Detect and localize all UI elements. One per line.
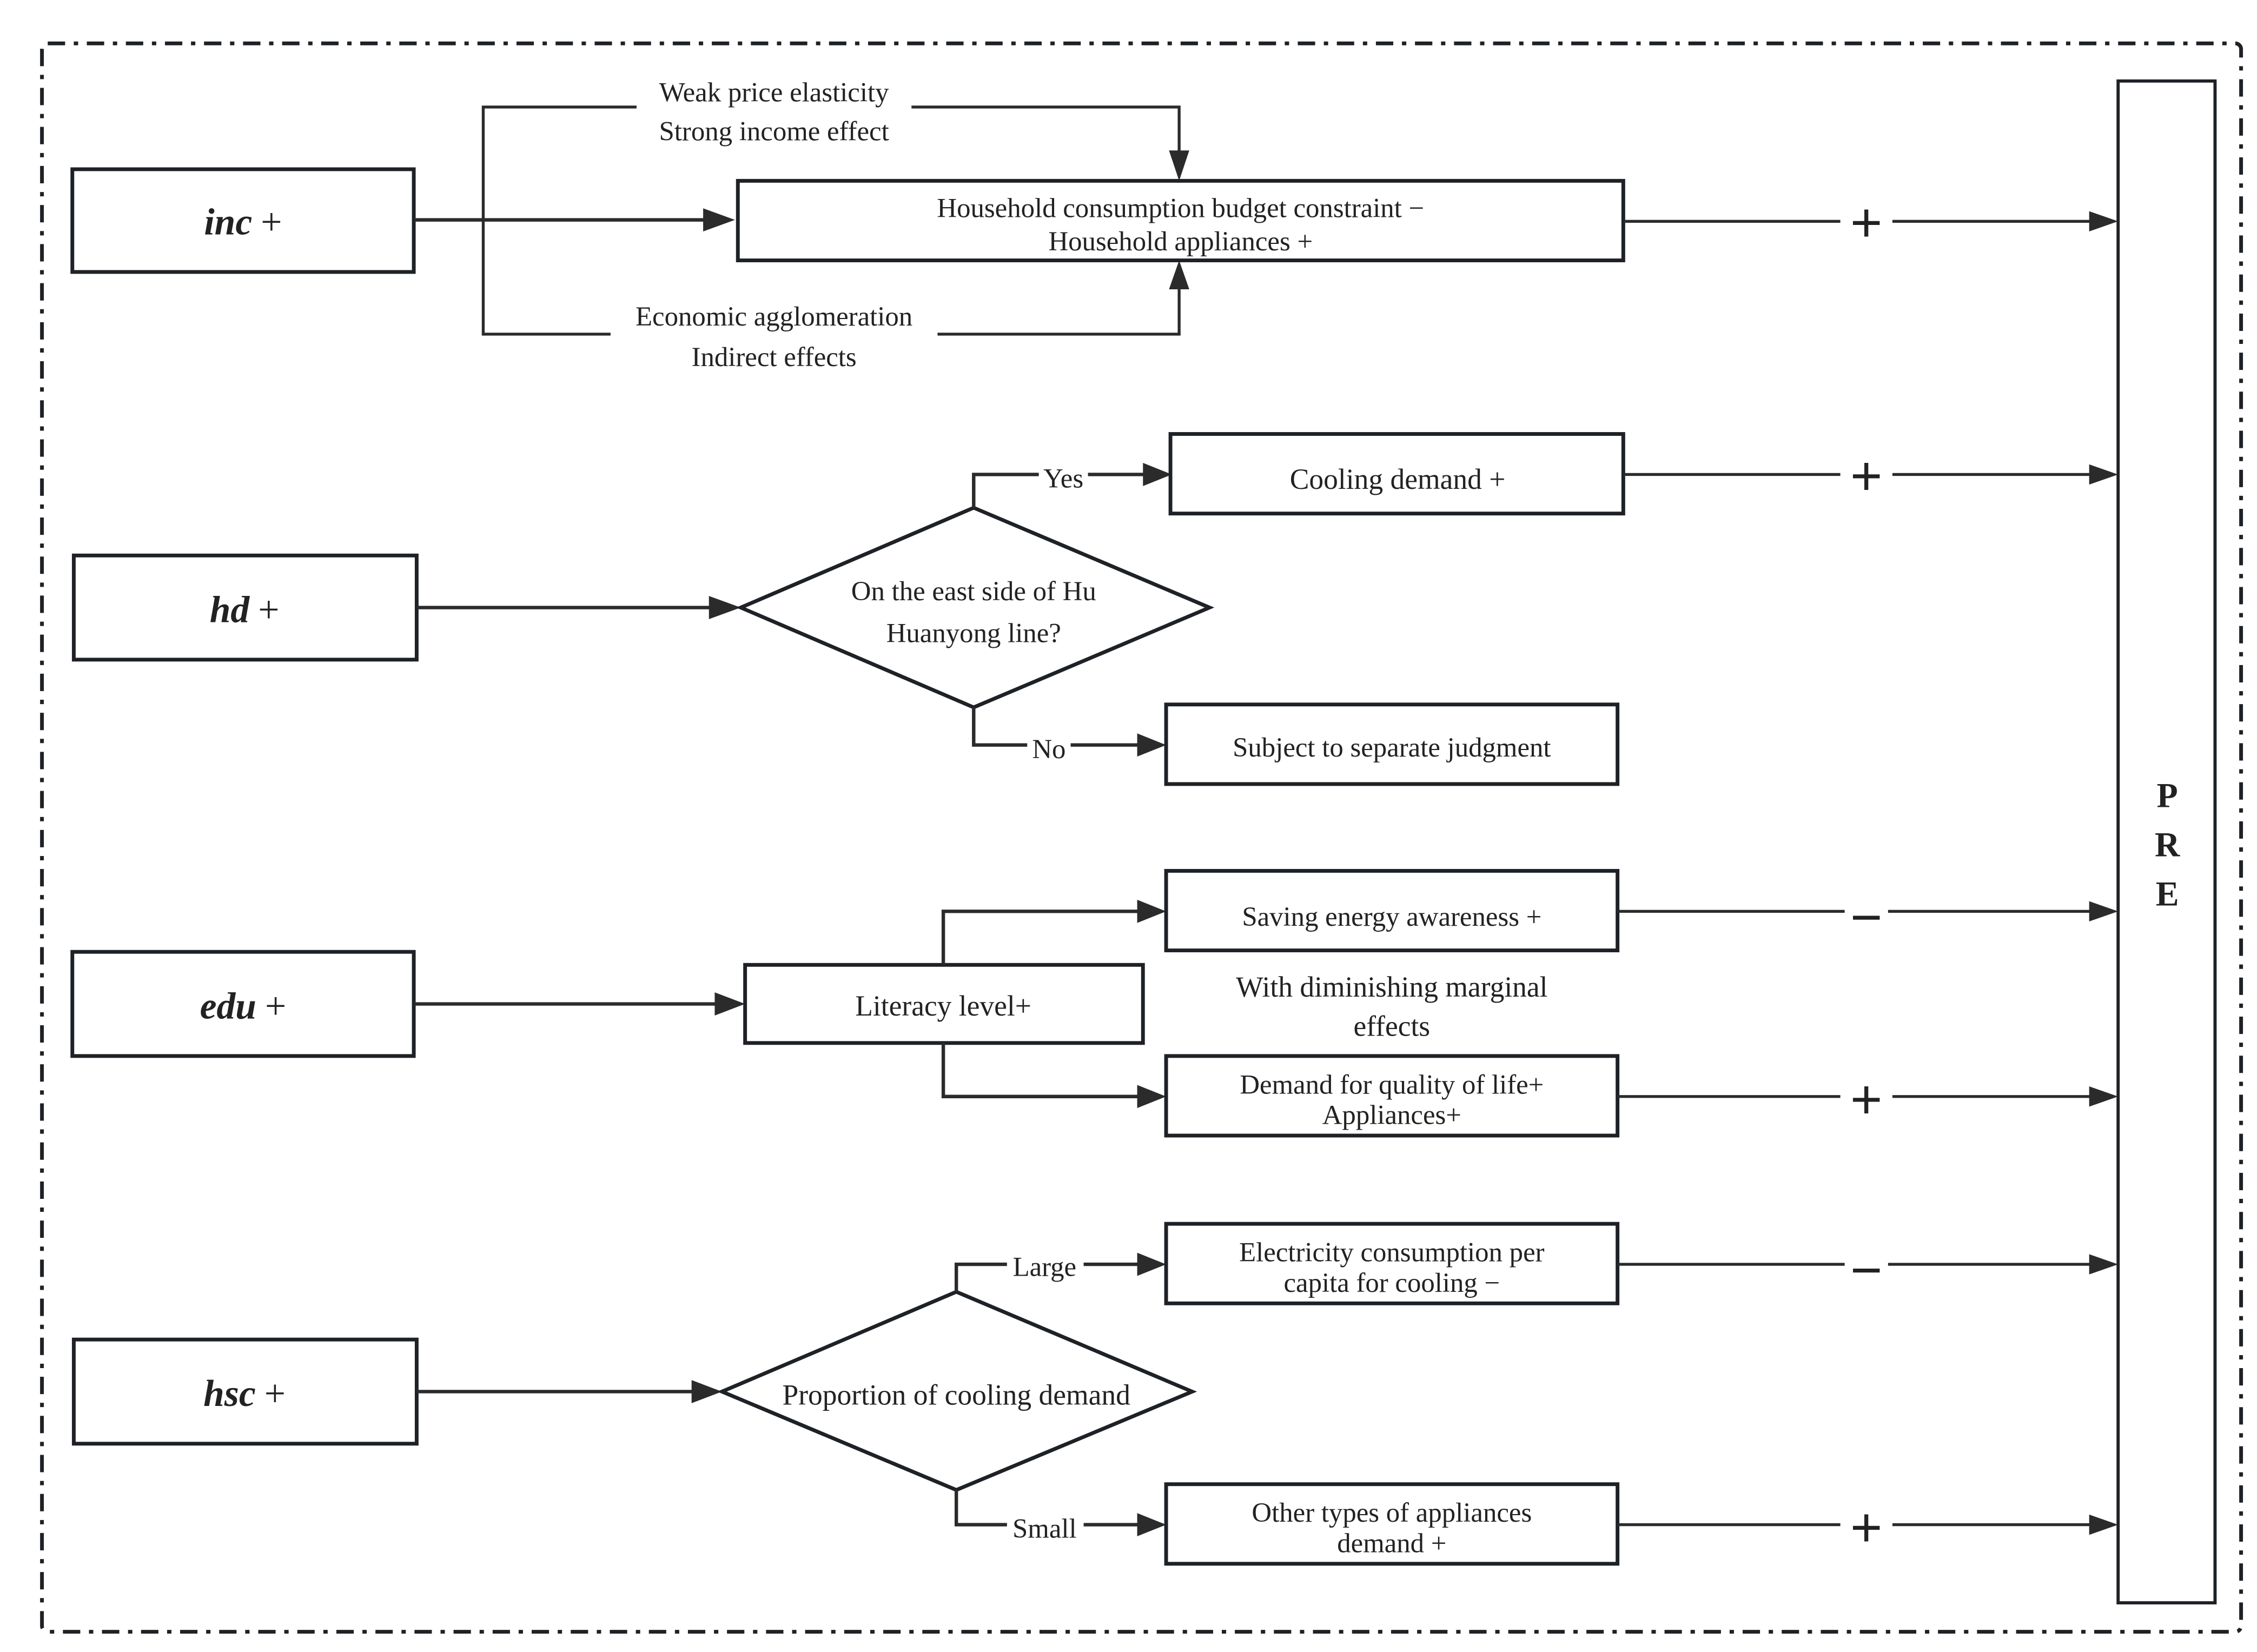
edu-row: edu + Literacy level+ Saving energy aware… (70, 868, 2119, 1138)
cooling-demand-box: Cooling demand + (1168, 432, 1625, 516)
driver-box-edu: edu + (70, 950, 416, 1058)
quality-of-life-line2: Appliances+ (1322, 1100, 1461, 1130)
driver-name-inc: inc (204, 201, 252, 243)
inc-effect-sign: + (1850, 192, 1882, 254)
hd-row: hd + On the east side of Hu Huanyong line… (71, 432, 2119, 786)
arrow-head-icon (2089, 464, 2119, 485)
hd-no-label: No (1032, 734, 1065, 764)
driver-name-edu: edu (200, 985, 256, 1027)
energy-awareness-label: Saving energy awareness + (1242, 901, 1541, 932)
arrow-head-icon (703, 208, 735, 232)
mechanism-diagram: P R E inc + Weak price elasticity Strong … (40, 41, 2243, 1634)
edu-upper-connector (941, 910, 1143, 965)
edu-lower-effect-sign: + (1850, 1069, 1882, 1130)
energy-awareness-box: Saving energy awareness + (1164, 868, 1620, 953)
arrow-head-icon (1137, 1513, 1167, 1536)
arrow-head-icon (1137, 1252, 1167, 1276)
quality-of-life-box: Demand for quality of life+ Appliances+ (1164, 1054, 1620, 1138)
inc-row: inc + Weak price elasticity Strong income… (70, 77, 2119, 372)
literacy-level-label: Literacy level+ (855, 990, 1031, 1022)
diminishing-effects-note-line2: effects (1354, 1010, 1431, 1042)
arrow-head-icon (1169, 260, 1189, 290)
hd-yes-label: Yes (1043, 463, 1083, 494)
hd-yes-connector (972, 473, 1039, 508)
inc-upper-label-line1: Weak price elasticity (659, 77, 889, 107)
arrow-head-icon (2089, 1514, 2119, 1535)
inc-lower-label-line2: Indirect effects (692, 342, 857, 372)
driver-label-hd: hd + (210, 589, 280, 631)
other-appliances-line1: Other types of appliances (1252, 1497, 1532, 1528)
hd-decision-line1: On the east side of Hu (851, 576, 1096, 606)
driver-sign-hd: + (258, 589, 279, 631)
diminishing-effects-note-line1: With diminishing marginal (1236, 971, 1547, 1003)
cooling-electricity-box: Electricity consumption per capita for c… (1164, 1222, 1620, 1305)
pre-letter-r: R (2155, 826, 2180, 864)
driver-name-hd: hd (210, 589, 250, 631)
budget-constraint-box: Household consumption budget constraint … (736, 178, 1625, 263)
cooling-electricity-line1: Electricity consumption per (1239, 1237, 1544, 1268)
hd-decision-diamond-border (736, 506, 1215, 709)
other-appliances-box: Other types of appliances demand + (1164, 1482, 1620, 1566)
literacy-level-box: Literacy level+ (743, 963, 1145, 1045)
driver-label-edu: edu + (200, 985, 287, 1027)
other-appliances-line2: demand + (1337, 1528, 1446, 1558)
hsc-large-connector (954, 1262, 1007, 1292)
driver-box-hd: hd + (71, 553, 419, 662)
inc-upper-label-line2: Strong income effect (659, 116, 889, 146)
budget-constraint-line1: Household consumption budget constraint … (937, 193, 1424, 223)
cooling-demand-label: Cooling demand + (1290, 463, 1506, 495)
arrow-head-icon (714, 992, 745, 1016)
inc-lower-connector (937, 286, 1181, 336)
arrow-head-icon (1143, 463, 1172, 486)
driver-sign-inc: + (261, 201, 282, 243)
hsc-decision-label: Proportion of cooling demand (782, 1379, 1130, 1411)
hsc-large-effect-sign: − (1850, 1239, 1882, 1301)
hd-decision-line2: Huanyong line? (886, 618, 1061, 648)
cooling-electricity-line2: capita for cooling − (1283, 1268, 1500, 1298)
separate-judgment-label: Subject to separate judgment (1233, 732, 1551, 762)
hsc-large-label: Large (1013, 1251, 1077, 1282)
edu-lower-connector (941, 1043, 1143, 1098)
hd-decision-diamond: On the east side of Hu Huanyong line? (736, 506, 1215, 709)
driver-label-inc: inc + (204, 201, 282, 243)
hsc-row: hsc + Proportion of cooling demand Large … (71, 1222, 2119, 1566)
hd-effect-sign: + (1850, 445, 1882, 507)
arrow-head-icon (2089, 1254, 2119, 1275)
arrow-head-icon (2089, 901, 2119, 922)
driver-label-hsc: hsc + (203, 1373, 286, 1415)
arrow-head-icon (1169, 150, 1189, 181)
pre-outcome-box: P R E (2116, 79, 2217, 1604)
arrow-head-icon (1137, 733, 1167, 757)
budget-constraint-line2: Household appliances + (1048, 226, 1313, 256)
hsc-small-connector (954, 1490, 1007, 1527)
inc-lower-label-line1: Economic agglomeration (636, 301, 912, 331)
driver-sign-edu: + (265, 985, 286, 1027)
inc-upper-connector (911, 105, 1181, 156)
quality-of-life-line1: Demand for quality of life+ (1240, 1069, 1544, 1099)
hd-no-connector (972, 707, 1028, 747)
driver-sign-hsc: + (264, 1373, 286, 1415)
driver-box-inc: inc + (70, 167, 416, 274)
arrow-head-icon (1137, 899, 1167, 923)
pre-letter-p: P (2157, 777, 2178, 815)
hsc-small-label: Small (1012, 1514, 1077, 1544)
arrow-head-icon (2089, 1086, 2119, 1107)
separate-judgment-box: Subject to separate judgment (1164, 702, 1620, 786)
hsc-small-effect-sign: + (1850, 1497, 1882, 1558)
arrow-head-icon (1137, 1085, 1167, 1109)
pre-letter-e: E (2156, 875, 2179, 913)
arrow-head-icon (2089, 211, 2119, 232)
driver-box-hsc: hsc + (71, 1337, 419, 1446)
driver-name-hsc: hsc (203, 1373, 256, 1415)
hsc-decision-diamond: Proportion of cooling demand (717, 1290, 1197, 1492)
edu-upper-effect-sign: − (1850, 886, 1882, 948)
